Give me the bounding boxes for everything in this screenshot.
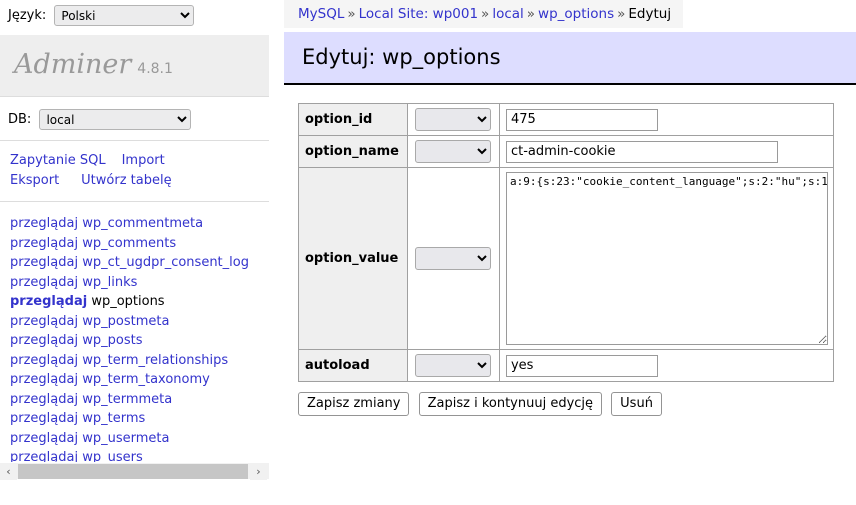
browse-link[interactable]: przeglądaj <box>10 392 78 407</box>
save-button[interactable]: Zapisz zmiany <box>298 392 410 416</box>
field-function-cell <box>406 349 500 382</box>
edit-form: option_id option_name <box>284 85 856 416</box>
input-option-name[interactable] <box>505 140 778 163</box>
table-name-link[interactable]: wp_posts <box>82 333 142 348</box>
field-value-cell <box>498 349 834 382</box>
table-name-link[interactable]: wp_terms <box>82 411 145 426</box>
table-list-item: przeglądaj wp_ct_ugdpr_consent_log <box>10 253 270 273</box>
table-list-item: przeglądaj wp_term_relationships <box>10 351 270 371</box>
function-select-autoload[interactable] <box>415 354 492 377</box>
action-create-table[interactable]: Utwórz tabelę <box>81 173 171 188</box>
breadcrumb-item-table[interactable]: wp_options <box>538 6 614 22</box>
sidebar-actions: Zapytanie SQL Import Eksport Utwórz tabelę <box>0 141 270 202</box>
table-list-item: przeglądaj wp_terms <box>10 409 270 429</box>
page-title: Edytuj: wp_options <box>284 32 856 85</box>
input-option-id[interactable] <box>505 108 658 131</box>
db-label: DB: <box>8 112 32 127</box>
scroll-right-arrow-icon[interactable]: › <box>250 463 267 480</box>
breadcrumb-item-mysql[interactable]: MySQL <box>298 6 344 22</box>
action-sql-query[interactable]: Zapytanie SQL <box>10 153 106 168</box>
field-label-option-value: option_value <box>298 167 408 350</box>
db-select[interactable]: local <box>39 109 192 130</box>
breadcrumb-item-current: Edytuj <box>628 6 672 22</box>
table-list-item: przeglądaj wp_links <box>10 273 270 293</box>
action-export[interactable]: Eksport <box>10 173 59 188</box>
textarea-option-value[interactable]: a:9:{s:23:"cookie_content_language";s:2:… <box>505 172 828 345</box>
scroll-left-arrow-icon[interactable]: ‹ <box>0 463 17 480</box>
language-select[interactable]: Polski <box>54 5 195 26</box>
field-value-cell <box>498 135 834 168</box>
main-content: MySQL» Local Site: wp001» local» wp_options… <box>284 0 856 505</box>
table-list-item-selected: przeglądaj wp_options <box>10 292 270 312</box>
function-select-option-id[interactable] <box>415 108 492 131</box>
breadcrumb-separator: » <box>347 6 356 22</box>
adminer-brand: Adminer <box>14 49 132 80</box>
table-list-item: przeglądaj wp_termmeta <box>10 390 270 410</box>
function-select-option-value[interactable] <box>415 247 492 270</box>
table-list-item: przeglądaj wp_term_taxonomy <box>10 370 270 390</box>
table-name-active: wp_options <box>91 294 165 309</box>
field-label-option-name: option_name <box>298 135 408 168</box>
adminer-logo-box: Adminer 4.8.1 <box>0 35 270 97</box>
browse-link[interactable]: przeglądaj <box>10 275 78 290</box>
function-select-option-name[interactable] <box>415 140 492 163</box>
browse-link[interactable]: przeglądaj <box>10 411 78 426</box>
save-continue-button[interactable]: Zapisz i kontynuuj edycję <box>418 392 603 416</box>
table-name-link[interactable]: wp_commentmeta <box>82 216 203 231</box>
browse-link-active[interactable]: przeglądaj <box>10 294 87 309</box>
field-row-option-id: option_id <box>298 103 834 136</box>
adminer-version: 4.8.1 <box>137 61 173 77</box>
browse-link[interactable]: przeglądaj <box>10 216 78 231</box>
browse-link[interactable]: przeglądaj <box>10 255 78 270</box>
table-list: przeglądaj wp_commentmeta przeglądaj wp_… <box>0 202 270 468</box>
table-name-link[interactable]: wp_postmeta <box>82 314 169 329</box>
table-name-link[interactable]: wp_comments <box>82 236 176 251</box>
language-row: Język: Polski <box>0 0 270 32</box>
browse-link[interactable]: przeglądaj <box>10 333 78 348</box>
breadcrumb-item-server[interactable]: Local Site: wp001 <box>359 6 478 22</box>
breadcrumb-separator: » <box>526 6 536 22</box>
breadcrumb-separator: » <box>481 6 490 22</box>
field-function-cell <box>406 167 500 350</box>
browse-link[interactable]: przeglądaj <box>10 372 78 387</box>
browse-link[interactable]: przeglądaj <box>10 353 78 368</box>
field-label-option-id: option_id <box>298 103 408 136</box>
breadcrumb-separator: » <box>617 6 626 22</box>
browse-link[interactable]: przeglądaj <box>10 314 78 329</box>
sidebar: Język: Polski Adminer 4.8.1 DB: local Zap… <box>0 0 270 505</box>
field-value-cell <box>498 103 834 136</box>
edit-fields-table: option_id option_name <box>298 103 834 382</box>
table-name-link[interactable]: wp_term_taxonomy <box>82 372 210 387</box>
action-import[interactable]: Import <box>122 153 165 168</box>
field-function-cell <box>406 135 500 168</box>
table-name-link[interactable]: wp_term_relationships <box>82 353 228 368</box>
table-list-item: przeglądaj wp_posts <box>10 331 270 351</box>
table-name-link[interactable]: wp_links <box>82 275 137 290</box>
field-row-autoload: autoload <box>298 349 834 382</box>
table-list-item: przeglądaj wp_commentmeta <box>10 214 270 234</box>
table-list-item: przeglądaj wp_postmeta <box>10 312 270 332</box>
breadcrumb: MySQL» Local Site: wp001» local» wp_options… <box>284 0 684 28</box>
table-name-link[interactable]: wp_usermeta <box>82 431 169 446</box>
table-name-link[interactable]: wp_termmeta <box>82 392 172 407</box>
database-row: DB: local <box>0 97 270 141</box>
delete-button[interactable]: Usuń <box>611 392 662 416</box>
field-row-option-value: option_value a:9:{s:23:"cookie_content_l… <box>298 167 834 350</box>
sidebar-horizontal-scrollbar[interactable]: ‹ › <box>0 462 270 480</box>
scrollbar-thumb[interactable] <box>18 464 248 479</box>
field-row-option-name: option_name <box>298 135 834 168</box>
input-autoload[interactable] <box>505 354 658 377</box>
table-list-item: przeglądaj wp_comments <box>10 234 270 254</box>
table-name-link[interactable]: wp_ct_ugdpr_consent_log <box>82 255 249 270</box>
field-function-cell <box>406 103 500 136</box>
browse-link[interactable]: przeglądaj <box>10 236 78 251</box>
field-value-cell: a:9:{s:23:"cookie_content_language";s:2:… <box>498 167 834 350</box>
field-label-autoload: autoload <box>298 349 408 382</box>
browse-link[interactable]: przeglądaj <box>10 431 78 446</box>
form-buttons: Zapisz zmiany Zapisz i kontynuuj edycję … <box>298 382 856 416</box>
breadcrumb-item-database[interactable]: local <box>492 6 523 22</box>
table-list-item: przeglądaj wp_usermeta <box>10 429 270 449</box>
sidebar-divider <box>269 0 270 505</box>
language-label: Język: <box>8 8 47 23</box>
